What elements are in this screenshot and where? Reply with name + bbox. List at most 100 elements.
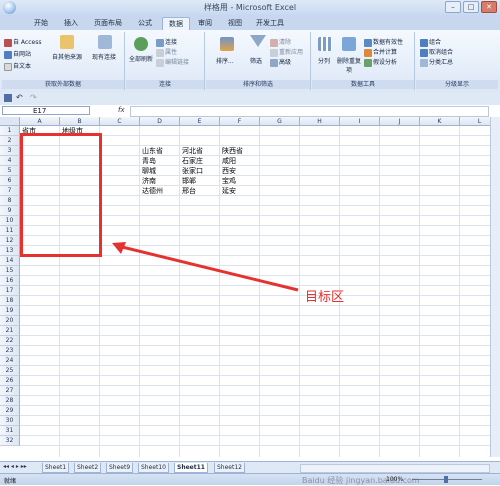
row-header[interactable]: 22 [0,336,20,346]
filter-button[interactable]: 筛选 [250,56,262,65]
text-to-columns-button[interactable]: 分列 [318,56,330,65]
column-header[interactable]: B [60,117,100,126]
column-header[interactable]: A [20,117,60,126]
tab-insert[interactable]: 插入 [58,17,84,30]
name-box[interactable]: E17 [2,106,90,115]
column-header[interactable]: L [460,117,490,126]
group-button[interactable]: 组合 [420,37,441,47]
row-header[interactable]: 12 [0,236,20,246]
close-button[interactable]: ✕ [481,1,497,13]
cell-f6[interactable]: 宝鸡 [222,176,236,186]
cell-f7[interactable]: 延安 [222,186,236,196]
row-header[interactable]: 18 [0,296,20,306]
column-header[interactable]: J [380,117,420,126]
column-header[interactable]: G [260,117,300,126]
cell-d6[interactable]: 济南 [142,176,156,186]
sheet-tab[interactable]: Sheet12 [214,463,245,473]
cell-e4[interactable]: 石家庄 [182,156,203,166]
edit-links-button[interactable]: 编辑链接 [156,57,189,67]
ungroup-button[interactable]: 取消组合 [420,47,453,57]
row-header[interactable]: 20 [0,316,20,326]
redo-icon[interactable]: ↷ [30,93,37,102]
row-header[interactable]: 11 [0,226,20,236]
row-header[interactable]: 24 [0,356,20,366]
row-header[interactable]: 23 [0,346,20,356]
row-header[interactable]: 14 [0,256,20,266]
save-icon[interactable] [4,94,12,102]
cell-e3[interactable]: 河北省 [182,146,203,156]
row-header[interactable]: 26 [0,376,20,386]
sheet-tab-active[interactable]: Sheet11 [174,463,208,473]
row-header[interactable]: 30 [0,416,20,426]
cell-d7[interactable]: 达德州 [142,186,163,196]
sheet-tab[interactable]: Sheet9 [106,463,134,473]
tab-data[interactable]: 数据 [162,17,190,31]
cell-f4[interactable]: 咸阳 [222,156,236,166]
clear-button[interactable]: 清除 [270,37,291,47]
refresh-all-button[interactable]: 全部刷新 [129,54,153,63]
cell-d3[interactable]: 山东省 [142,146,163,156]
from-web-button[interactable]: 自网站 [4,49,31,59]
cell-d5[interactable]: 聊城 [142,166,156,176]
other-sources-button[interactable]: 自其他来源 [52,52,82,61]
column-header[interactable]: D [140,117,180,126]
tab-page-layout[interactable]: 页面布局 [88,17,128,30]
row-header[interactable]: 28 [0,396,20,406]
row-header[interactable]: 1 [0,126,20,136]
cell-d4[interactable]: 青岛 [142,156,156,166]
row-header[interactable]: 6 [0,176,20,186]
undo-icon[interactable]: ↶ [16,93,23,102]
column-header[interactable]: E [180,117,220,126]
fx-icon[interactable]: fx [118,106,125,114]
row-header[interactable]: 4 [0,156,20,166]
formula-input[interactable] [130,106,489,117]
row-header[interactable]: 5 [0,166,20,176]
row-header[interactable]: 8 [0,196,20,206]
row-header[interactable]: 29 [0,406,20,416]
tab-formulas[interactable]: 公式 [132,17,158,30]
sheet-nav-arrows[interactable]: ◂◂ ◂ ▸ ▸▸ [3,463,27,470]
cell-f3[interactable]: 陕西省 [222,146,243,156]
sheet-tab[interactable]: Sheet2 [74,463,102,473]
data-validation-button[interactable]: 数据有效性 [364,37,403,47]
column-header[interactable]: K [420,117,460,126]
advanced-filter-button[interactable]: 高级 [270,57,291,67]
row-header[interactable]: 25 [0,366,20,376]
row-header[interactable]: 7 [0,186,20,196]
column-header[interactable]: F [220,117,260,126]
tab-view[interactable]: 视图 [222,17,248,30]
remove-duplicates-button[interactable]: 删除重复项 [336,56,362,74]
row-header[interactable]: 27 [0,386,20,396]
vertical-scrollbar[interactable] [490,117,500,457]
cell-e6[interactable]: 邯郸 [182,176,196,186]
column-header[interactable]: I [340,117,380,126]
row-header[interactable]: 13 [0,246,20,256]
row-header[interactable]: 9 [0,206,20,216]
select-all-corner[interactable] [0,117,20,126]
tab-developer[interactable]: 开发工具 [252,17,288,30]
subtotal-button[interactable]: 分类汇总 [420,57,453,67]
row-header[interactable]: 19 [0,306,20,316]
existing-connections-button[interactable]: 现有连接 [92,52,116,61]
from-text-button[interactable]: 自文本 [4,61,31,71]
row-header[interactable]: 31 [0,426,20,436]
cell-f5[interactable]: 西安 [222,166,236,176]
row-header[interactable]: 3 [0,146,20,156]
row-header[interactable]: 2 [0,136,20,146]
sheet-tab[interactable]: Sheet1 [42,463,70,473]
connections-button[interactable]: 连接 [156,37,177,47]
consolidate-button[interactable]: 合并计算 [364,47,397,57]
row-header[interactable]: 17 [0,286,20,296]
column-header[interactable]: C [100,117,140,126]
cell-e7[interactable]: 邢台 [182,186,196,196]
row-header[interactable]: 15 [0,266,20,276]
zoom-slider-thumb[interactable] [444,476,448,483]
minimize-button[interactable]: – [445,1,461,13]
column-header[interactable]: H [300,117,340,126]
row-header[interactable]: 32 [0,436,20,446]
horizontal-scrollbar[interactable] [300,464,490,473]
row-header[interactable]: 16 [0,276,20,286]
what-if-button[interactable]: 假设分析 [364,57,397,67]
row-header[interactable]: 21 [0,326,20,336]
cell-e5[interactable]: 张家口 [182,166,203,176]
